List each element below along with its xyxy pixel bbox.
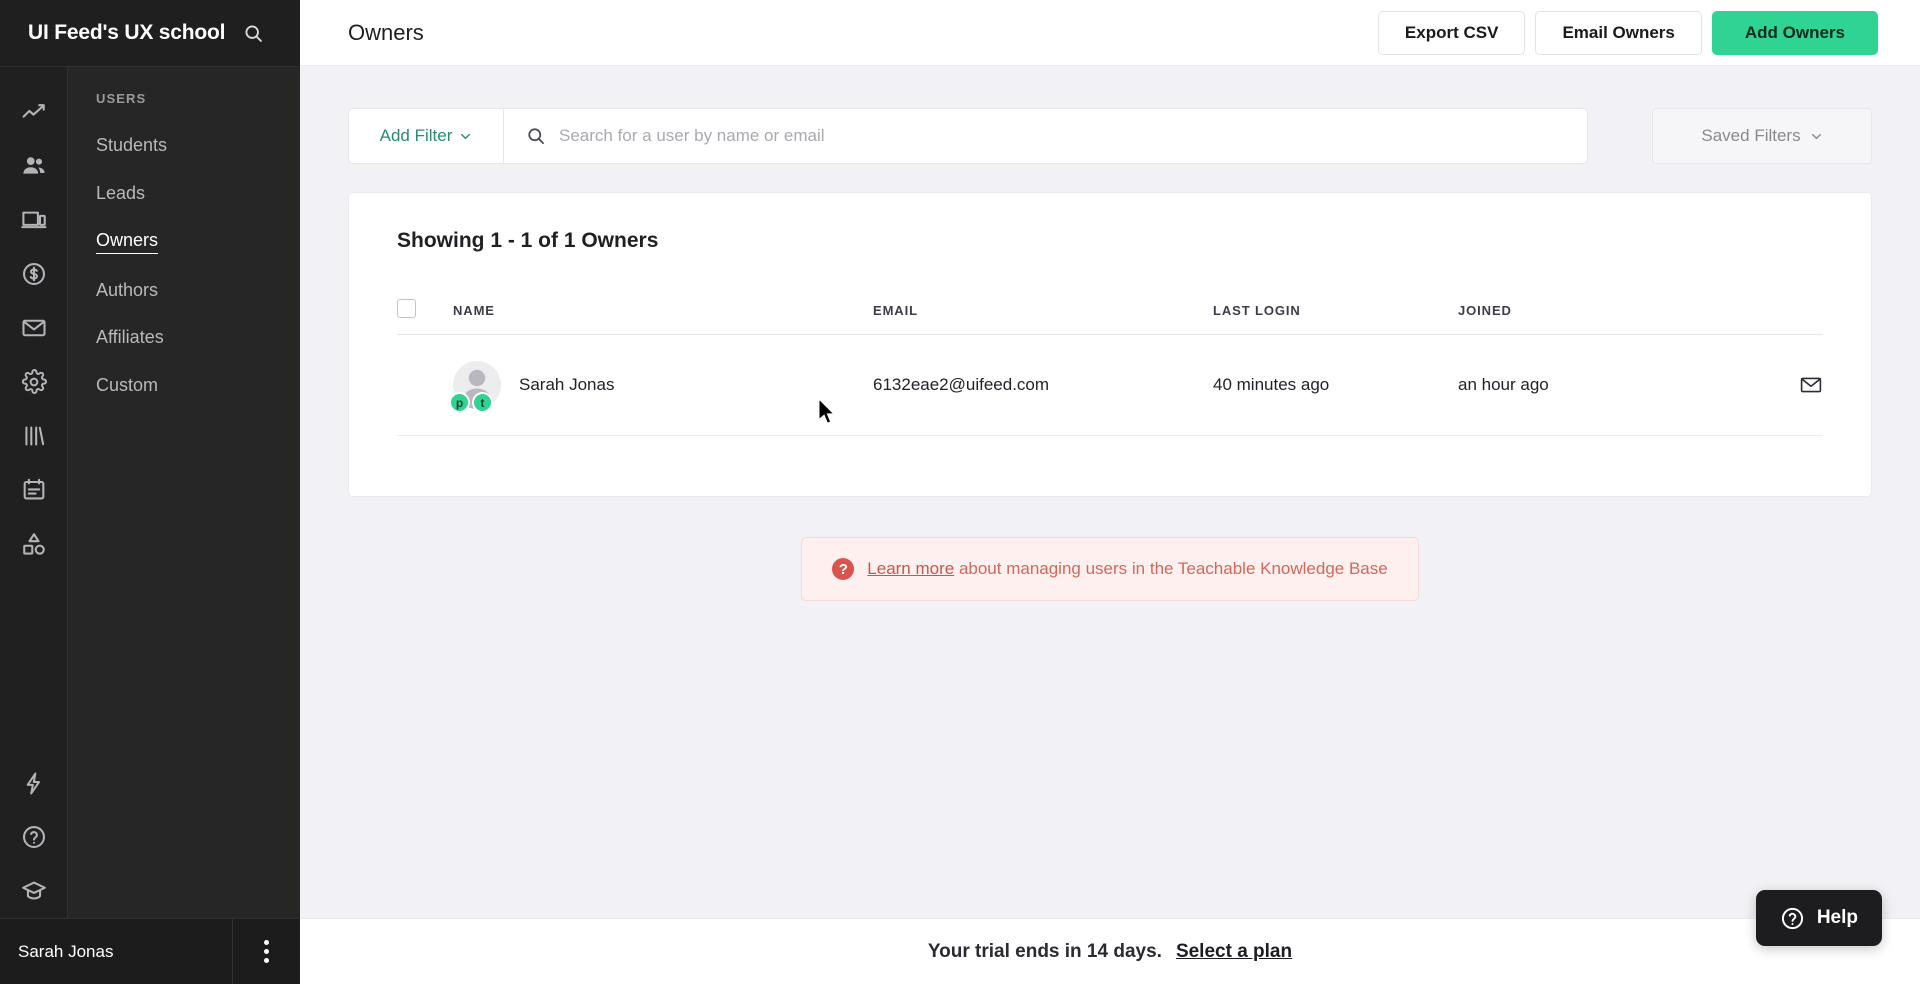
sidebar-item-label: Owners: [96, 230, 159, 254]
user-role-badges: p t: [449, 392, 493, 413]
settings-icon[interactable]: [0, 355, 67, 409]
row-select-cell: [397, 334, 453, 436]
user-name-text: Sarah Jonas: [519, 375, 615, 394]
column-header-email[interactable]: EMAIL: [873, 299, 1213, 335]
icon-rail: [0, 66, 67, 918]
graduation-cap-icon[interactable]: [0, 864, 67, 918]
search-icon[interactable]: [241, 21, 265, 45]
user-name-group: p t Sarah Jonas: [449, 361, 873, 413]
banner-text: about managing users in the Teachable Kn…: [954, 559, 1388, 578]
sidebar-item-affiliates[interactable]: Affiliates: [68, 314, 300, 362]
info-banner-wrapper: ? Learn more about managing users in the…: [348, 537, 1872, 601]
column-header-joined[interactable]: JOINED: [1458, 299, 1753, 335]
banner-text-group: Learn more about managing users in the T…: [867, 559, 1387, 579]
shapes-icon[interactable]: [0, 517, 67, 571]
page-title: Owners: [348, 19, 424, 45]
sidebar-item-students[interactable]: Students: [68, 122, 300, 170]
users-icon[interactable]: [0, 139, 67, 193]
search-icon: [528, 128, 544, 144]
select-a-plan-link[interactable]: Select a plan: [1176, 941, 1292, 963]
learn-more-link[interactable]: Learn more: [867, 559, 954, 578]
email-icon[interactable]: [0, 301, 67, 355]
app-root: UI Feed's UX school USERS Students Leads…: [0, 0, 1920, 984]
filter-row: Add Filter Saved Filters: [348, 108, 1872, 164]
sidebar-body: USERS Students Leads Owners Authors Affi…: [0, 66, 300, 918]
owners-table-card: Showing 1 - 1 of 1 Owners NAME EMAIL LAS…: [348, 192, 1872, 497]
row-last-login-cell: 40 minutes ago: [1213, 334, 1458, 436]
sidebar: UI Feed's UX school USERS Students Leads…: [0, 0, 300, 984]
sidebar-item-label: Students: [96, 135, 168, 155]
email-owners-button[interactable]: Email Owners: [1535, 10, 1702, 55]
library-icon[interactable]: [0, 409, 67, 463]
row-joined-cell: an hour ago: [1458, 334, 1753, 436]
question-circle-icon: [1781, 907, 1803, 929]
add-filter-label: Add Filter: [379, 126, 453, 145]
sidebar-item-leads[interactable]: Leads: [68, 170, 300, 218]
knowledge-base-banner: ? Learn more about managing users in the…: [801, 537, 1419, 601]
badge-p: p: [449, 392, 470, 413]
top-bar: Owners Export CSV Email Owners Add Owner…: [300, 0, 1920, 66]
sidebar-menu: USERS Students Leads Owners Authors Affi…: [67, 66, 300, 918]
help-label: Help: [1816, 907, 1858, 928]
sidebar-item-owners[interactable]: Owners: [68, 217, 300, 267]
main-area: Owners Export CSV Email Owners Add Owner…: [300, 0, 1920, 984]
column-header-actions: [1753, 299, 1823, 335]
trial-message: Your trial ends in 14 days.: [927, 940, 1162, 962]
chevron-down-icon: [1811, 133, 1821, 139]
brand-header: UI Feed's UX school: [0, 0, 300, 66]
avatar: p t: [449, 361, 501, 413]
question-circle-icon: ?: [832, 558, 855, 580]
site-icon[interactable]: [0, 193, 67, 247]
column-header-last-login[interactable]: LAST LOGIN: [1213, 299, 1458, 335]
row-action-cell: [1753, 334, 1823, 436]
select-all-header: [397, 299, 453, 335]
table-head: NAME EMAIL LAST LOGIN JOINED: [397, 299, 1823, 335]
saved-filters-button[interactable]: Saved Filters: [1652, 108, 1872, 164]
sales-icon[interactable]: [0, 247, 67, 301]
table-body: p t Sarah Jonas 6132eae2@uifeed.com 40 m…: [397, 334, 1823, 436]
trial-banner: Your trial ends in 14 days. Select a pla…: [300, 918, 1920, 984]
add-filter-button[interactable]: Add Filter: [349, 109, 504, 163]
search-input[interactable]: [546, 126, 1587, 146]
search-wrapper: [504, 109, 1587, 163]
column-header-name[interactable]: NAME: [453, 299, 873, 335]
help-button[interactable]: Help: [1755, 890, 1882, 946]
sidebar-item-authors[interactable]: Authors: [68, 267, 300, 315]
mail-icon[interactable]: [1753, 373, 1823, 397]
sidebar-item-custom[interactable]: Custom: [68, 362, 300, 410]
sidebar-item-label: Custom: [96, 374, 159, 395]
sidebar-footer: Sarah Jonas: [0, 918, 300, 984]
lightning-icon[interactable]: [0, 756, 67, 810]
help-circle-icon[interactable]: [0, 810, 67, 864]
content-area: Add Filter Saved Filters Show: [300, 66, 1920, 918]
kebab-menu-icon[interactable]: [232, 918, 300, 984]
row-email-cell: 6132eae2@uifeed.com: [873, 334, 1213, 436]
top-bar-actions: Export CSV Email Owners Add Owners: [1377, 10, 1878, 55]
saved-filters-label: Saved Filters: [1701, 126, 1801, 145]
select-all-checkbox[interactable]: [397, 299, 416, 318]
chevron-down-icon: [461, 133, 471, 139]
add-owners-button[interactable]: Add Owners: [1711, 10, 1878, 55]
filter-bar: Add Filter: [348, 108, 1588, 164]
sidebar-section-users: USERS: [96, 91, 147, 106]
table-row[interactable]: p t Sarah Jonas 6132eae2@uifeed.com 40 m…: [397, 334, 1823, 436]
table-header-row: NAME EMAIL LAST LOGIN JOINED: [397, 299, 1823, 335]
results-count-label: Showing 1 - 1 of 1 Owners: [397, 229, 659, 252]
row-name-cell: p t Sarah Jonas: [449, 334, 873, 436]
owners-table: NAME EMAIL LAST LOGIN JOINED p t Sarah J…: [397, 299, 1823, 436]
export-csv-button[interactable]: Export CSV: [1377, 10, 1526, 55]
current-user-name[interactable]: Sarah Jonas: [0, 942, 232, 962]
pages-icon[interactable]: [0, 463, 67, 517]
sidebar-item-label: Authors: [96, 279, 159, 300]
badge-t: t: [472, 392, 493, 413]
analytics-icon[interactable]: [0, 85, 67, 139]
sidebar-item-label: Affiliates: [96, 327, 164, 348]
sidebar-item-label: Leads: [96, 182, 146, 203]
brand-title: UI Feed's UX school: [28, 21, 226, 44]
